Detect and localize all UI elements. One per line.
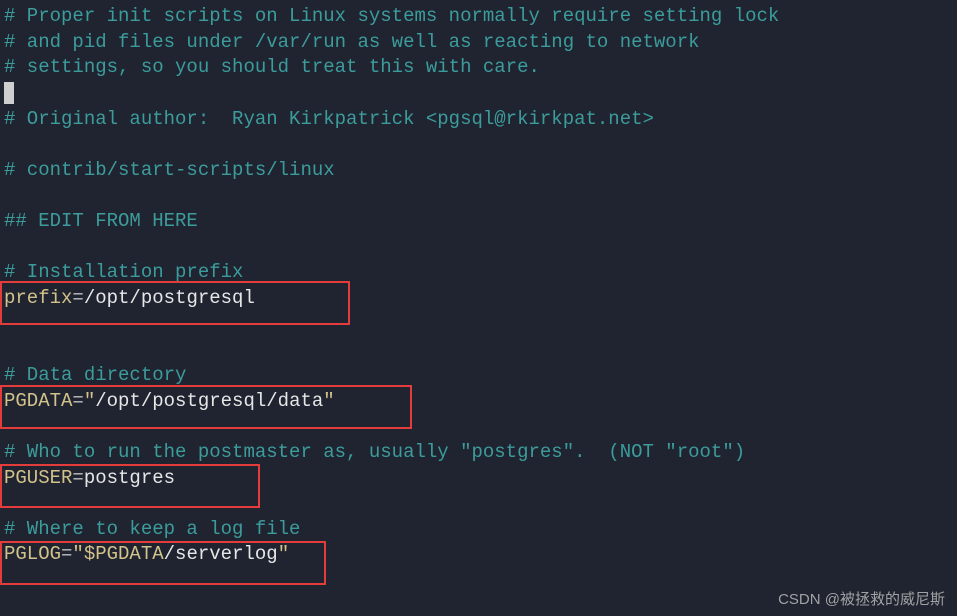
blank-line	[0, 337, 957, 363]
watermark: CSDN @被拯救的威尼斯	[778, 590, 945, 610]
comment-text: # Original author: Ryan Kirkpatrick <pgs…	[4, 108, 654, 130]
comment-line: # and pid files under /var/run as well a…	[0, 30, 957, 56]
comment-line: # Who to run the postmaster as, usually …	[0, 440, 957, 466]
comment-text: # Who to run the postmaster as, usually …	[4, 441, 745, 463]
var-value: /opt/postgresql	[84, 287, 255, 309]
assignment-pglog: PGLOG="$PGDATA/serverlog"	[0, 542, 957, 568]
comment-text: ## EDIT FROM HERE	[4, 210, 198, 232]
comment-line: # contrib/start-scripts/linux	[0, 158, 957, 184]
comment-line: # settings, so you should treat this wit…	[0, 55, 957, 81]
comment-text: # contrib/start-scripts/linux	[4, 159, 335, 181]
comment-line: ## EDIT FROM HERE	[0, 209, 957, 235]
comment-text: # Where to keep a log file	[4, 518, 300, 540]
cursor-line	[0, 81, 957, 107]
comment-line: # Proper init scripts on Linux systems n…	[0, 4, 957, 30]
cursor-icon	[4, 82, 14, 104]
comment-text: # Data directory	[4, 364, 186, 386]
var-name: PGUSER	[4, 467, 72, 489]
assignment-pguser: PGUSER=postgres	[0, 466, 957, 492]
comment-line: # Installation prefix	[0, 260, 957, 286]
quote: "	[84, 390, 95, 412]
comment-text: # and pid files under /var/run as well a…	[4, 31, 700, 53]
blank-line	[0, 235, 957, 261]
blank-line	[0, 183, 957, 209]
blank-line	[0, 132, 957, 158]
var-value: /opt/postgresql/data	[95, 390, 323, 412]
var-value: postgres	[84, 467, 175, 489]
comment-line: # Original author: Ryan Kirkpatrick <pgs…	[0, 107, 957, 133]
var-name: prefix	[4, 287, 72, 309]
equals: =	[72, 287, 83, 309]
blank-line	[0, 491, 957, 517]
comment-line: # Data directory	[0, 363, 957, 389]
equals: =	[72, 390, 83, 412]
var-name: PGLOG	[4, 543, 61, 565]
equals: =	[72, 467, 83, 489]
comment-text: # settings, so you should treat this wit…	[4, 56, 540, 78]
quote: "	[323, 390, 334, 412]
quote: "	[278, 543, 289, 565]
equals: =	[61, 543, 72, 565]
dollar-var: $PGDATA	[84, 543, 164, 565]
quote: "	[72, 543, 83, 565]
var-name: PGDATA	[4, 390, 72, 412]
comment-text: # Proper init scripts on Linux systems n…	[4, 5, 779, 27]
assignment-pgdata: PGDATA="/opt/postgresql/data"	[0, 389, 957, 415]
comment-line: # Where to keep a log file	[0, 517, 957, 543]
assignment-prefix: prefix=/opt/postgresql	[0, 286, 957, 312]
var-value: /serverlog	[164, 543, 278, 565]
comment-text: # Installation prefix	[4, 261, 243, 283]
blank-line	[0, 312, 957, 338]
blank-line	[0, 414, 957, 440]
